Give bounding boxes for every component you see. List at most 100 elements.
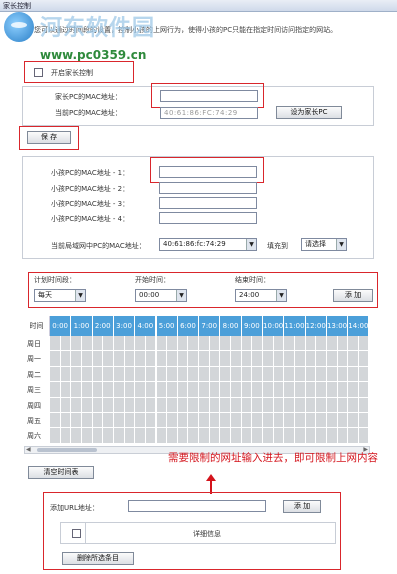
schedule-cell[interactable] [220, 382, 232, 398]
schedule-cell[interactable] [145, 351, 157, 367]
schedule-cell[interactable] [156, 428, 168, 444]
schedule-cell[interactable] [92, 351, 104, 367]
schedule-cell[interactable] [273, 336, 285, 352]
schedule-cell[interactable] [209, 351, 221, 367]
schedule-cell[interactable] [199, 336, 210, 352]
schedule-cell[interactable] [71, 382, 82, 398]
schedule-cell[interactable] [220, 413, 232, 429]
schedule-cell[interactable] [177, 351, 189, 367]
schedule-cell[interactable] [177, 413, 189, 429]
lan-mac-select[interactable]: 40:61:86:fc:74:29 ▼ [159, 238, 257, 251]
schedule-cell[interactable] [241, 382, 253, 398]
schedule-cell[interactable] [167, 413, 178, 429]
schedule-cell[interactable] [337, 336, 349, 352]
schedule-cell[interactable] [284, 382, 295, 398]
schedule-cell[interactable] [337, 413, 349, 429]
schedule-cell[interactable] [156, 366, 168, 383]
schedule-cell[interactable] [316, 413, 327, 429]
schedule-cell[interactable] [103, 351, 114, 367]
schedule-cell[interactable] [167, 336, 178, 352]
schedule-cell[interactable] [60, 413, 72, 429]
schedule-cell[interactable] [358, 382, 370, 398]
schedule-cell[interactable] [71, 366, 82, 383]
schedule-cell[interactable] [294, 382, 306, 398]
delete-selected-button[interactable]: 删除所选条目 [62, 552, 134, 565]
schedule-cell[interactable] [81, 428, 93, 444]
schedule-cell[interactable] [231, 382, 242, 398]
schedule-cell[interactable] [305, 382, 317, 398]
select-all-url-checkbox[interactable] [72, 529, 81, 538]
schedule-cell[interactable] [177, 382, 189, 398]
schedule-cell[interactable] [81, 366, 93, 383]
schedule-cell[interactable] [220, 351, 232, 367]
schedule-cell[interactable] [199, 366, 210, 383]
schedule-cell[interactable] [92, 366, 104, 383]
schedule-cell[interactable] [326, 366, 338, 383]
schedule-cell[interactable] [113, 413, 125, 429]
schedule-cell[interactable] [113, 351, 125, 367]
schedule-cell[interactable] [156, 382, 168, 398]
schedule-cell[interactable] [209, 397, 221, 413]
schedule-cell[interactable] [231, 413, 242, 429]
schedule-cell[interactable] [252, 413, 263, 429]
schedule-cell[interactable] [145, 336, 157, 352]
schedule-cell[interactable] [241, 336, 253, 352]
schedule-cell[interactable] [188, 413, 200, 429]
schedule-cell[interactable] [348, 428, 359, 444]
schedule-cell[interactable] [50, 351, 61, 367]
schedule-cell[interactable] [92, 382, 104, 398]
schedule-cell[interactable] [167, 366, 178, 383]
schedule-cell[interactable] [135, 351, 146, 367]
schedule-cell[interactable] [294, 366, 306, 383]
schedule-cell[interactable] [294, 428, 306, 444]
schedule-cell[interactable] [71, 413, 82, 429]
schedule-cell[interactable] [337, 351, 349, 367]
schedule-cell[interactable] [263, 413, 274, 429]
schedule-cell[interactable] [81, 413, 93, 429]
schedule-cell[interactable] [209, 366, 221, 383]
schedule-cell[interactable] [348, 366, 359, 383]
schedule-cell[interactable] [273, 382, 285, 398]
schedule-cell[interactable] [50, 336, 61, 352]
schedule-cell[interactable] [145, 397, 157, 413]
schedule-cell[interactable] [326, 397, 338, 413]
schedule-cell[interactable] [103, 413, 114, 429]
schedule-cell[interactable] [167, 428, 178, 444]
schedule-cell[interactable] [50, 382, 61, 398]
schedule-cell[interactable] [316, 366, 327, 383]
schedule-cell[interactable] [145, 413, 157, 429]
schedule-cell[interactable] [231, 366, 242, 383]
schedule-cell[interactable] [252, 336, 263, 352]
schedule-cell[interactable] [252, 382, 263, 398]
schedule-cell[interactable] [241, 397, 253, 413]
schedule-cell[interactable] [209, 413, 221, 429]
schedule-cell[interactable] [81, 336, 93, 352]
parent-mac-input[interactable] [160, 90, 258, 102]
schedule-cell[interactable] [199, 351, 210, 367]
schedule-cell[interactable] [124, 382, 136, 398]
url-add-button[interactable]: 添 加 [283, 500, 321, 513]
schedule-cell[interactable] [294, 413, 306, 429]
schedule-cell[interactable] [220, 397, 232, 413]
schedule-cell[interactable] [305, 413, 317, 429]
schedule-cell[interactable] [348, 382, 359, 398]
schedule-cell[interactable] [50, 428, 61, 444]
schedule-cell[interactable] [156, 397, 168, 413]
schedule-cell[interactable] [167, 397, 178, 413]
schedule-cell[interactable] [50, 366, 61, 383]
schedule-cell[interactable] [71, 428, 82, 444]
save-button[interactable]: 保 存 [27, 131, 71, 144]
schedule-cell[interactable] [103, 382, 114, 398]
schedule-cell[interactable] [71, 336, 82, 352]
plan-select[interactable]: 每天 ▼ [34, 289, 86, 302]
schedule-cell[interactable] [50, 397, 61, 413]
schedule-cell[interactable] [305, 428, 317, 444]
schedule-cell[interactable] [60, 351, 72, 367]
schedule-cell[interactable] [316, 336, 327, 352]
schedule-cell[interactable] [337, 397, 349, 413]
schedule-cell[interactable] [92, 397, 104, 413]
schedule-cell[interactable] [92, 413, 104, 429]
schedule-cell[interactable] [284, 336, 295, 352]
schedule-cell[interactable] [188, 397, 200, 413]
schedule-cell[interactable] [199, 413, 210, 429]
